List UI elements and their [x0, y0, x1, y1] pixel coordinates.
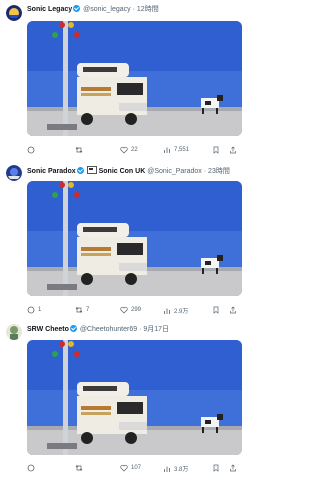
verified-icon [73, 5, 81, 12]
bookmark-button[interactable] [212, 146, 220, 154]
timestamp[interactable]: 9月17日 [143, 326, 169, 333]
flag-icon [86, 166, 97, 174]
post-image[interactable] [27, 181, 242, 296]
bookmark-button[interactable] [212, 464, 220, 472]
sonic-logo-icon [6, 165, 22, 181]
repost-button[interactable]: 7 [75, 306, 89, 314]
repost-icon [75, 464, 83, 472]
rv-desert-image [27, 21, 242, 136]
repost-count: 7 [86, 307, 90, 313]
handle[interactable]: @sonic_legacy [83, 6, 131, 13]
share-icon [230, 306, 236, 314]
post-header: Sonic Legacy @sonic_legacy · 12時間 [27, 5, 159, 13]
rv-desert-image [27, 181, 242, 296]
avatar[interactable] [6, 324, 22, 340]
share-button[interactable] [229, 464, 237, 472]
views-icon [164, 147, 170, 153]
views-icon [164, 308, 170, 314]
repost-icon [75, 306, 83, 314]
action-bar: 22 7,551 [27, 146, 242, 156]
reply-count: 1 [38, 307, 42, 313]
views-button[interactable]: 3.8万 [163, 464, 188, 473]
post-image[interactable] [27, 340, 242, 455]
display-name[interactable]: SRW Cheeto [27, 326, 69, 333]
like-count: 299 [131, 307, 142, 313]
avatar[interactable] [6, 165, 22, 181]
bookmark-icon [213, 464, 219, 472]
like-icon [120, 146, 128, 154]
share-button[interactable] [229, 146, 237, 154]
handle[interactable]: @Sonic_Paradox [147, 168, 202, 175]
reply-button[interactable] [27, 464, 38, 472]
views-count: 7,551 [174, 147, 190, 153]
display-name[interactable]: Sonic Paradox [27, 168, 76, 175]
verified-icon [69, 325, 77, 332]
post-image[interactable] [27, 21, 242, 136]
repost-button[interactable] [75, 146, 86, 154]
views-button[interactable]: 2.9万 [163, 306, 188, 315]
views-count: 2.9万 [174, 309, 189, 315]
cartoon-avatar-icon [6, 324, 22, 340]
reply-icon [27, 464, 35, 472]
repost-icon [75, 146, 83, 154]
handle[interactable]: @Cheetohunter69 [80, 326, 137, 333]
reply-icon [27, 146, 35, 154]
avatar[interactable] [6, 5, 22, 21]
reply-button[interactable]: 1 [27, 306, 41, 314]
bookmark-icon [213, 146, 219, 154]
share-icon [230, 146, 236, 154]
share-button[interactable] [229, 306, 237, 314]
repost-button[interactable] [75, 464, 86, 472]
like-count: 22 [131, 147, 138, 153]
reply-icon [27, 306, 35, 314]
share-icon [230, 464, 236, 472]
post-header: Sonic Paradox Sonic Con UK @Sonic_Parado… [27, 166, 230, 175]
timestamp[interactable]: 23時間 [208, 168, 230, 175]
like-button[interactable]: 22 [120, 146, 138, 154]
reply-button[interactable] [27, 146, 38, 154]
post-header: SRW Cheeto @Cheetohunter69 · 9月17日 [27, 325, 170, 333]
views-count: 3.8万 [174, 467, 189, 473]
display-name-suffix[interactable]: Sonic Con UK [99, 168, 146, 175]
timestamp[interactable]: 12時間 [137, 6, 159, 13]
bookmark-button[interactable] [212, 306, 220, 314]
like-button[interactable]: 299 [120, 306, 141, 314]
like-count: 107 [131, 465, 142, 471]
sonic-logo-icon [6, 5, 22, 21]
verified-icon [76, 167, 84, 174]
bookmark-icon [213, 306, 219, 314]
action-bar: 1 7 299 2.9万 [27, 306, 242, 316]
views-icon [164, 466, 170, 472]
like-button[interactable]: 107 [120, 464, 141, 472]
display-name[interactable]: Sonic Legacy [27, 6, 72, 13]
action-bar: 107 3.8万 [27, 464, 242, 474]
like-icon [120, 306, 128, 314]
rv-desert-image [27, 340, 242, 455]
like-icon [120, 464, 128, 472]
views-button[interactable]: 7,551 [163, 146, 189, 154]
